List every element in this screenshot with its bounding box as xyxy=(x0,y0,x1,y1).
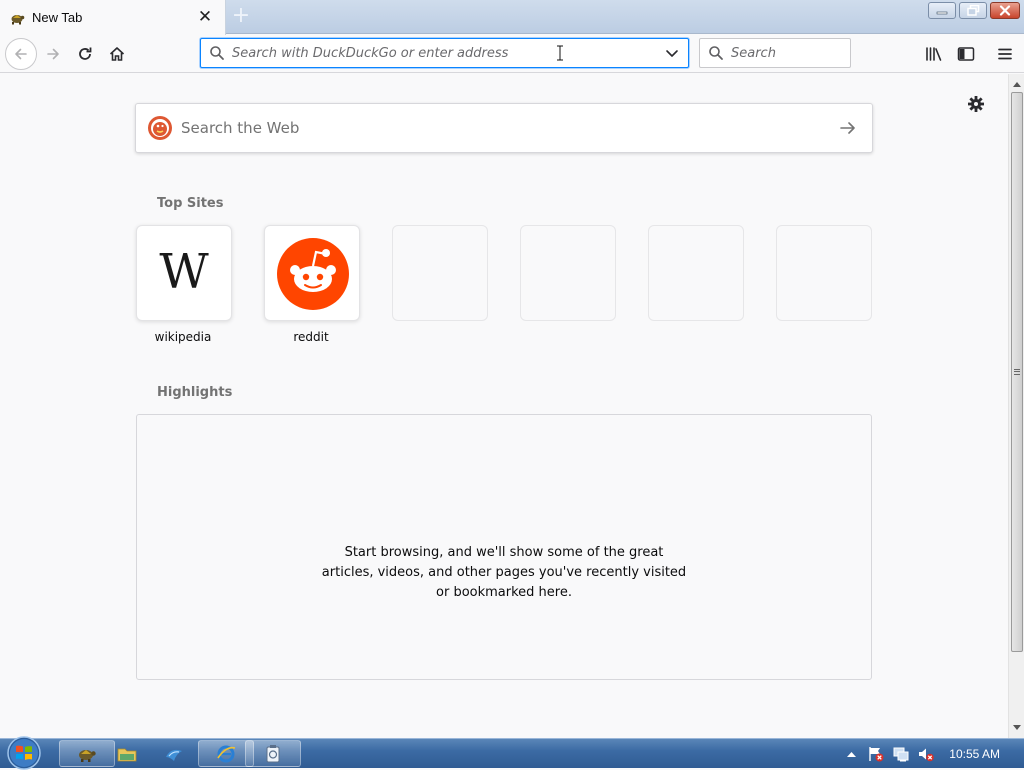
new-tab-page: Top Sites W wikipedia reddit Highlights … xyxy=(0,74,1008,738)
triangle-up-icon xyxy=(1013,82,1021,87)
flag-alert-icon xyxy=(869,747,884,762)
taskbar-utility[interactable] xyxy=(245,740,301,767)
taskbar-file-explorer[interactable] xyxy=(117,740,137,767)
top-sites-heading: Top Sites xyxy=(157,196,224,211)
show-hidden-icons-button[interactable] xyxy=(842,745,860,763)
taskbar-media-player[interactable] xyxy=(164,740,184,767)
reddit-icon xyxy=(277,238,349,310)
triangle-up-icon xyxy=(846,752,856,757)
top-site-label: wikipedia xyxy=(154,330,212,344)
taskbar-turtle-browser[interactable] xyxy=(59,740,115,767)
back-button[interactable] xyxy=(5,38,37,70)
close-window-button[interactable] xyxy=(990,2,1020,19)
reload-icon xyxy=(79,47,92,60)
triangle-down-icon xyxy=(1013,725,1021,730)
restore-button[interactable] xyxy=(959,2,987,19)
utility-icon xyxy=(266,744,280,762)
chevron-down-icon[interactable] xyxy=(664,45,680,61)
file-explorer-icon xyxy=(117,748,137,761)
arrow-left-icon xyxy=(15,48,27,60)
internet-explorer-icon xyxy=(217,745,236,762)
home-icon xyxy=(109,47,125,61)
taskbar: 10:55 AM xyxy=(0,736,1024,770)
arrow-right-icon xyxy=(47,48,59,60)
highlights-panel: Start browsing, and we'll show some of t… xyxy=(136,414,872,680)
reload-button[interactable] xyxy=(70,39,100,69)
sidebar-icon xyxy=(957,47,975,61)
highlights-empty-message: Start browsing, and we'll show some of t… xyxy=(321,545,687,600)
web-search-input[interactable] xyxy=(181,104,821,152)
search-input[interactable] xyxy=(731,39,841,67)
vertical-scrollbar[interactable] xyxy=(1008,74,1024,738)
arrow-right-icon[interactable] xyxy=(838,118,858,138)
tab-strip: New Tab ✕ + xyxy=(0,0,1024,35)
tray-volume[interactable] xyxy=(917,745,935,763)
speaker-muted-icon xyxy=(919,748,935,762)
menu-button[interactable] xyxy=(993,42,1017,66)
turtle-browser-icon xyxy=(79,749,96,762)
network-icon xyxy=(893,747,909,762)
web-search-box[interactable] xyxy=(135,103,873,153)
search-bar[interactable] xyxy=(699,38,851,68)
turtle-icon xyxy=(11,14,25,24)
url-bar[interactable] xyxy=(200,38,689,68)
gear-icon[interactable] xyxy=(965,93,987,115)
navigation-toolbar xyxy=(0,35,1024,73)
tab-new-tab[interactable]: New Tab ✕ xyxy=(0,0,226,35)
sidebar-toggle-button[interactable] xyxy=(954,42,978,66)
start-button[interactable] xyxy=(4,736,44,770)
restore-icon xyxy=(966,5,979,16)
top-site-empty-tile xyxy=(392,225,488,321)
library-button[interactable] xyxy=(922,42,946,66)
taskbar-clock[interactable]: 10:55 AM xyxy=(949,747,1000,761)
duckduckgo-icon xyxy=(148,116,172,140)
media-player-icon xyxy=(166,749,182,761)
home-button[interactable] xyxy=(102,39,132,69)
tab-title: New Tab xyxy=(32,10,83,25)
close-icon xyxy=(999,5,1011,16)
scroll-down-button[interactable] xyxy=(1009,720,1024,736)
top-site-empty-tile xyxy=(648,225,744,321)
text-cursor-icon xyxy=(557,45,563,61)
tray-network[interactable] xyxy=(892,745,910,763)
top-site-empty-tile xyxy=(520,225,616,321)
minimize-icon xyxy=(936,11,948,14)
top-site-empty-tile xyxy=(776,225,872,321)
highlights-heading: Highlights xyxy=(157,385,233,400)
scroll-up-button[interactable] xyxy=(1009,76,1024,92)
system-tray: 10:55 AM xyxy=(835,739,1024,769)
window-controls xyxy=(925,2,1020,19)
top-site-tile[interactable]: W xyxy=(136,225,232,321)
tab-close-icon[interactable]: ✕ xyxy=(197,9,213,26)
minimize-button[interactable] xyxy=(928,2,956,19)
scroll-thumb[interactable] xyxy=(1011,92,1023,652)
scroll-grip-icon xyxy=(1014,369,1020,375)
search-icon xyxy=(210,46,224,60)
url-input[interactable] xyxy=(232,39,652,67)
library-icon xyxy=(926,47,942,61)
new-tab-button[interactable]: + xyxy=(229,5,253,29)
top-site-tile[interactable] xyxy=(264,225,360,321)
hamburger-menu-icon xyxy=(998,48,1012,60)
top-site-label: reddit xyxy=(293,330,329,344)
forward-button[interactable] xyxy=(38,39,68,69)
tray-action-center[interactable] xyxy=(867,745,885,763)
wikipedia-logo: W xyxy=(159,244,209,300)
search-icon xyxy=(709,46,723,60)
